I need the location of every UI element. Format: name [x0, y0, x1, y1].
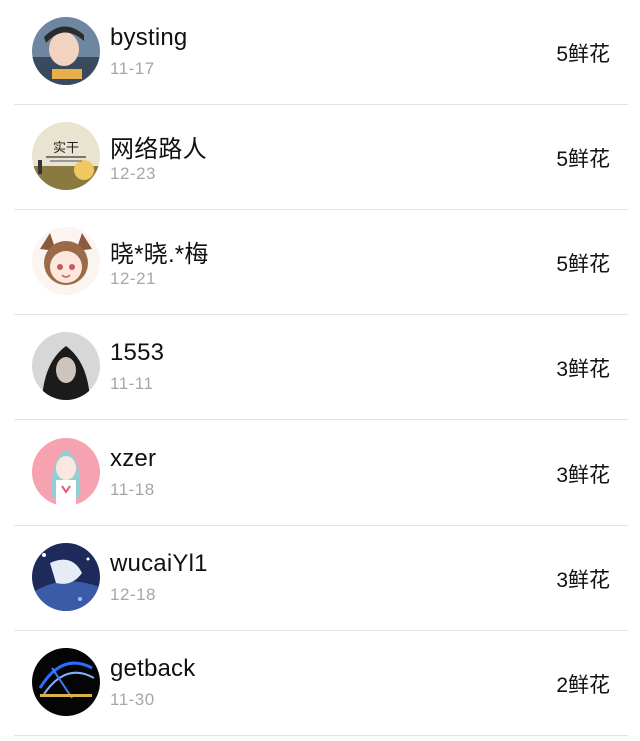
flower-count: 3鲜花 [556, 464, 610, 487]
avatar[interactable] [32, 543, 100, 611]
flower-count: 3鲜花 [556, 569, 610, 592]
avatar-text: 实干 [53, 141, 79, 156]
flower-ranking-list: bysting 11-17 5鲜花 实干 网络路人 12-23 5鲜花 晓*晓.… [0, 0, 640, 741]
date-label: 11-17 [110, 59, 155, 78]
flower-count: 5鲜花 [556, 43, 610, 66]
user-name: 网络路人 [110, 136, 207, 163]
user-name: 1553 [110, 339, 165, 366]
list-item[interactable]: wucaiYl1 12-18 3鲜花 [14, 526, 628, 631]
date-label: 11-18 [110, 480, 155, 499]
date-label: 11-30 [110, 690, 155, 709]
date-label: 12-21 [110, 269, 156, 288]
list-item[interactable]: 1553 11-11 3鲜花 [14, 315, 628, 420]
list-item[interactable]: 实干 网络路人 12-23 5鲜花 [14, 105, 628, 210]
list-item[interactable]: bysting 11-17 5鲜花 [14, 0, 628, 105]
flower-count: 5鲜花 [556, 253, 610, 276]
date-label: 12-18 [110, 585, 156, 604]
list-item[interactable]: getback 11-30 2鲜花 [14, 631, 628, 736]
user-name: 晓*晓.*梅 [110, 241, 209, 268]
date-label: 12-23 [110, 164, 156, 183]
flower-count: 2鲜花 [556, 674, 610, 697]
user-name: xzer [110, 445, 157, 472]
flower-count: 3鲜花 [556, 358, 610, 381]
user-name: bysting [110, 24, 188, 51]
avatar[interactable] [32, 438, 100, 506]
list-item[interactable]: 晓*晓.*梅 12-21 5鲜花 [14, 210, 628, 315]
user-name: wucaiYl1 [110, 550, 208, 577]
flower-count: 5鲜花 [556, 148, 610, 171]
avatar[interactable] [32, 227, 100, 295]
avatar[interactable] [32, 648, 100, 716]
date-label: 11-11 [110, 374, 154, 393]
list-item[interactable]: xzer 11-18 3鲜花 [14, 421, 628, 526]
avatar[interactable] [32, 17, 100, 85]
avatar[interactable]: 实干 [32, 122, 100, 190]
user-name: getback [110, 655, 196, 682]
avatar[interactable] [32, 332, 100, 400]
